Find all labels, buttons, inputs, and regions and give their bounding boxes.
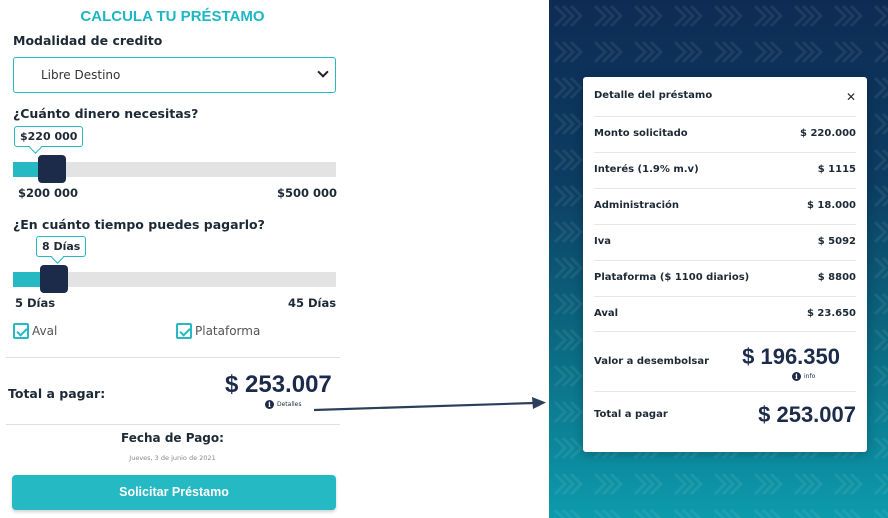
details-link[interactable]: i Detalles <box>265 400 302 409</box>
modal-total-value: $ 253.007 <box>758 402 856 427</box>
detail-row-label: Aval <box>594 308 619 319</box>
detail-row: Interés (1.9% m.v) $ 1115 <box>594 153 856 189</box>
details-link-label: Detalles <box>277 401 302 408</box>
disburse-row: Valor a desembolsar $ 196.350 i info <box>594 332 856 392</box>
total-value: $ 253.007 <box>225 371 332 398</box>
checkbox-checked-icon <box>13 323 29 339</box>
loan-calculator: CALCULA TU PRÉSTAMO Modalidad de credito… <box>0 0 345 518</box>
amount-value-bubble: $220 000 <box>14 126 84 147</box>
checkbox-checked-icon <box>176 323 192 339</box>
detail-row-value: $ 5092 <box>817 236 856 247</box>
detail-row-label: Plataforma ($ 1100 diarios) <box>594 272 750 283</box>
disburse-label: Valor a desembolsar <box>594 356 710 367</box>
detail-row-label: Monto solicitado <box>594 128 688 139</box>
modal-header: Detalle del préstamo ✕ <box>594 90 856 117</box>
aval-checkbox[interactable]: Aval <box>13 323 57 339</box>
payment-date-label: Fecha de Pago: <box>121 431 224 445</box>
detail-row: Monto solicitado $ 220.000 <box>594 117 856 153</box>
modal-total-row: Total a pagar $ 253.007 <box>594 392 856 442</box>
loan-detail-modal: Detalle del préstamo ✕ Monto solicitado … <box>583 77 867 452</box>
amount-slider[interactable] <box>13 155 336 183</box>
term-question: ¿En cuánto tiempo puedes pagarlo? <box>13 217 265 232</box>
divider <box>6 424 340 425</box>
plataforma-checkbox[interactable]: Plataforma <box>176 323 260 339</box>
info-icon: i <box>792 372 801 381</box>
modal-total-label: Total a pagar <box>594 409 668 420</box>
term-min-label: 5 Días <box>15 296 56 310</box>
amount-slider-handle[interactable] <box>37 155 66 183</box>
calculator-title: CALCULA TU PRÉSTAMO <box>80 8 265 25</box>
disburse-value: $ 196.350 <box>742 344 840 369</box>
amount-max-label: $500 000 <box>277 186 338 200</box>
detail-row-value: $ 8800 <box>817 272 856 283</box>
detail-row-value: $ 23.650 <box>806 308 856 319</box>
detail-row-value: $ 220.000 <box>800 128 856 139</box>
info-link-label: info <box>804 373 816 380</box>
modalidad-select[interactable]: Libre Destino <box>13 57 336 93</box>
info-link[interactable]: i info <box>792 372 815 381</box>
amount-min-label: $200 000 <box>18 186 79 200</box>
total-label: Total a pagar: <box>8 386 106 401</box>
detail-row-label: Administración <box>594 200 680 211</box>
term-value-bubble: 8 Días <box>36 236 87 257</box>
chevron-down-icon <box>317 66 329 78</box>
close-icon[interactable]: ✕ <box>846 90 856 104</box>
term-slider-handle[interactable] <box>40 265 69 293</box>
payment-date-value: Jueves, 3 de junio de 2021 <box>129 454 216 462</box>
modalidad-label: Modalidad de credito <box>13 33 163 48</box>
pointer-arrow <box>313 397 546 412</box>
divider <box>6 357 340 358</box>
term-max-label: 45 Días <box>288 296 337 310</box>
detail-row: Aval $ 23.650 <box>594 297 856 332</box>
detail-row-value: $ 18.000 <box>806 200 856 211</box>
term-slider[interactable] <box>13 265 336 293</box>
detail-row-label: Interés (1.9% m.v) <box>594 164 699 175</box>
modalidad-selected-value: Libre Destino <box>41 68 121 82</box>
amount-question: ¿Cuánto dinero necesitas? <box>13 106 199 121</box>
plataforma-checkbox-label: Plataforma <box>195 324 261 338</box>
aval-checkbox-label: Aval <box>32 324 58 338</box>
modal-title: Detalle del préstamo <box>594 90 713 101</box>
detail-row-label: Iva <box>594 236 611 247</box>
detail-row: Plataforma ($ 1100 diarios) $ 8800 <box>594 261 856 297</box>
request-loan-button[interactable]: Solicitar Préstamo <box>12 475 336 510</box>
detail-row: Administración $ 18.000 <box>594 189 856 225</box>
detail-row-value: $ 1115 <box>817 164 856 175</box>
detail-row: Iva $ 5092 <box>594 225 856 261</box>
info-icon: i <box>265 400 274 409</box>
